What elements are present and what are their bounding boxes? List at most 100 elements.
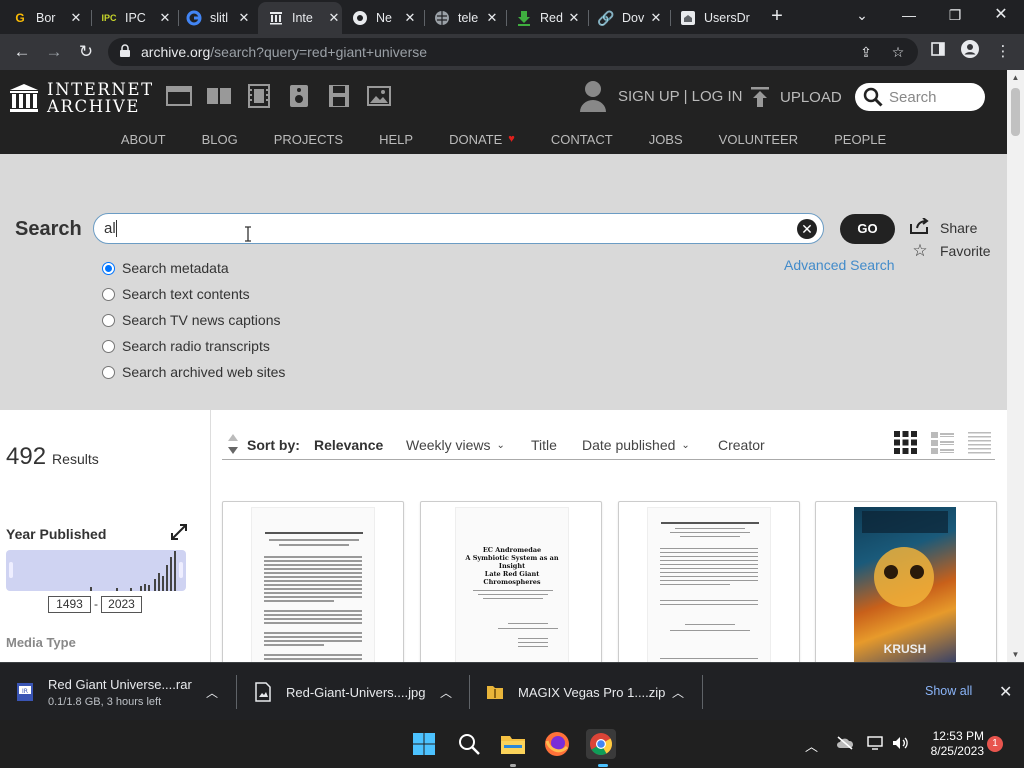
radio-button[interactable] <box>102 313 115 327</box>
result-card[interactable]: KRUSH <box>815 501 997 662</box>
menu-kebab-icon[interactable]: ⋮ <box>991 40 1015 64</box>
web-icon[interactable] <box>166 84 192 108</box>
nav-jobs[interactable]: JOBS <box>649 132 683 147</box>
download-item[interactable]: Red-Giant-Univers....jpg ︿ <box>254 663 454 721</box>
tab-7[interactable]: Red ✕ <box>516 4 582 32</box>
close-tab-icon[interactable]: ✕ <box>236 10 252 26</box>
audio-speaker-icon[interactable] <box>286 84 312 108</box>
radio-search-radio[interactable]: Search radio transcripts <box>102 333 285 359</box>
tab-4-active[interactable]: Inte ✕ <box>258 2 342 34</box>
result-card[interactable]: EC Andromedae A Symbiotic System as an I… <box>420 501 602 662</box>
nav-volunteer[interactable]: VOLUNTEER <box>719 132 798 147</box>
software-disk-icon[interactable] <box>326 84 352 108</box>
close-tab-icon[interactable]: ✕ <box>566 10 582 26</box>
share-page-icon[interactable]: ⇪ <box>856 42 876 62</box>
sort-relevance[interactable]: Relevance <box>314 437 383 453</box>
main-search-input[interactable]: al ✕ <box>93 213 824 244</box>
firefox-icon[interactable] <box>543 730 571 758</box>
tab-1[interactable]: G Bor ✕ <box>12 4 84 32</box>
system-clock[interactable]: 12:53 PM 8/25/2023 <box>922 729 984 759</box>
nav-projects[interactable]: PROJECTS <box>274 132 343 147</box>
upload-link[interactable]: UPLOAD <box>750 86 842 108</box>
list-compact-view-icon[interactable] <box>967 430 992 455</box>
result-card[interactable] <box>618 501 800 662</box>
side-panel-icon[interactable] <box>926 40 950 64</box>
go-button[interactable]: GO <box>840 214 895 244</box>
show-all-downloads-link[interactable]: Show all <box>925 684 972 698</box>
tab-2[interactable]: IPC IPC ✕ <box>101 4 173 32</box>
download-item[interactable]: MAGIX Vegas Pro 1....zip ︿ <box>486 663 692 721</box>
nav-donate[interactable]: DONATE ♥ <box>449 132 515 147</box>
radio-search-tv[interactable]: Search TV news captions <box>102 307 285 333</box>
reload-button[interactable]: ↻ <box>74 40 98 64</box>
close-tab-icon[interactable]: ✕ <box>484 10 500 26</box>
grid-view-icon[interactable] <box>893 430 918 455</box>
radio-button[interactable] <box>102 365 115 379</box>
close-tab-icon[interactable]: ✕ <box>648 10 664 26</box>
advanced-search-link[interactable]: Advanced Search <box>784 257 895 273</box>
radio-button[interactable] <box>102 287 115 301</box>
windows-start-icon[interactable] <box>410 730 438 758</box>
clear-search-icon[interactable]: ✕ <box>797 219 817 239</box>
nav-help[interactable]: HELP <box>379 132 413 147</box>
radio-search-metadata[interactable]: Search metadata <box>102 255 285 281</box>
sort-direction-icon[interactable] <box>226 433 240 455</box>
range-handle-end[interactable] <box>179 562 183 578</box>
favorite-button[interactable]: ☆ Favorite <box>909 239 990 262</box>
forward-button[interactable]: → <box>42 40 66 64</box>
close-tab-icon[interactable]: ✕ <box>157 10 173 26</box>
restore-button[interactable]: ❐ <box>941 4 969 26</box>
address-bar[interactable]: archive.org/search?query=red+giant+unive… <box>108 38 918 66</box>
sign-in-link[interactable]: SIGN UP | LOG IN <box>578 80 742 112</box>
close-tab-icon[interactable]: ✕ <box>402 10 418 26</box>
nav-blog[interactable]: BLOG <box>202 132 238 147</box>
year-from-input[interactable]: 1493 <box>48 596 91 613</box>
sort-weekly-views[interactable]: Weekly views ⌄ <box>406 437 505 453</box>
tab-3[interactable]: slitl ✕ <box>186 4 252 32</box>
bookmark-star-icon[interactable]: ☆ <box>888 42 908 62</box>
tab-6[interactable]: tele ✕ <box>434 4 500 32</box>
tab-9[interactable]: UsersDr <box>680 4 760 32</box>
back-button[interactable]: ← <box>10 40 34 64</box>
notification-badge[interactable]: 1 <box>987 736 1003 752</box>
tab-search-chevron-icon[interactable]: ⌄ <box>848 4 876 26</box>
profile-avatar-icon[interactable] <box>958 40 982 64</box>
sort-title[interactable]: Title <box>531 437 557 453</box>
radio-search-text[interactable]: Search text contents <box>102 281 285 307</box>
close-window-button[interactable]: ✕ <box>987 4 1015 26</box>
page-scrollbar[interactable]: ▲ ▼ <box>1007 70 1024 662</box>
close-tab-icon[interactable]: ✕ <box>68 10 84 26</box>
close-tab-icon[interactable]: ✕ <box>326 10 342 26</box>
sort-date-published[interactable]: Date published ⌄ <box>582 437 690 453</box>
download-item[interactable]: IR Red Giant Universe....rar 0.1/1.8 GB,… <box>16 663 222 721</box>
chrome-taskbar-icon[interactable] <box>586 729 616 759</box>
list-detail-view-icon[interactable] <box>930 430 955 455</box>
expand-icon[interactable] <box>171 524 187 540</box>
nav-contact[interactable]: CONTACT <box>551 132 613 147</box>
chevron-up-icon[interactable]: ︿ <box>672 684 684 701</box>
chevron-up-icon[interactable]: ︿ <box>206 684 218 701</box>
onedrive-icon[interactable] <box>836 736 854 753</box>
tab-5[interactable]: Ne ✕ <box>352 4 418 32</box>
taskbar-search-icon[interactable] <box>455 730 483 758</box>
network-display-icon[interactable] <box>867 736 885 753</box>
images-icon[interactable] <box>366 84 392 108</box>
minimize-button[interactable]: — <box>895 4 923 26</box>
video-film-icon[interactable] <box>246 84 272 108</box>
year-to-input[interactable]: 2023 <box>101 596 142 613</box>
share-button[interactable]: Share <box>909 216 991 239</box>
tab-8[interactable]: 🔗 Dov ✕ <box>598 4 664 32</box>
tray-overflow-chevron-icon[interactable]: ︿ <box>805 736 818 755</box>
year-histogram[interactable] <box>6 550 186 591</box>
nav-about[interactable]: ABOUT <box>121 132 166 147</box>
radio-button[interactable] <box>102 339 115 353</box>
close-downloads-icon[interactable]: ✕ <box>999 682 1012 702</box>
nav-people[interactable]: PEOPLE <box>834 132 886 147</box>
header-search-input[interactable]: Search <box>855 83 985 111</box>
new-tab-button[interactable]: + <box>767 6 787 28</box>
range-handle-start[interactable] <box>9 562 13 578</box>
volume-icon[interactable] <box>892 736 908 753</box>
radio-search-web[interactable]: Search archived web sites <box>102 359 285 385</box>
result-card[interactable] <box>222 501 404 662</box>
file-explorer-icon[interactable] <box>499 730 527 758</box>
